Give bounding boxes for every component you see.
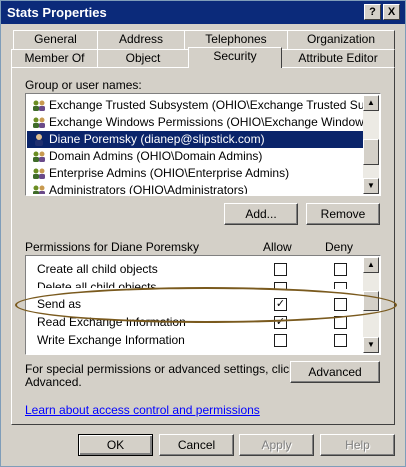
help-button[interactable]: Help bbox=[320, 434, 395, 456]
group-icon bbox=[33, 100, 45, 111]
scroll-thumb[interactable] bbox=[363, 139, 379, 165]
user-list[interactable]: Exchange Trusted Subsystem (OHIO\Exchang… bbox=[25, 93, 381, 196]
permission-row: Create all child objects bbox=[27, 260, 363, 278]
user-name: Domain Admins (OHIO\Domain Admins) bbox=[49, 149, 263, 163]
permission-name: Delete all child objects bbox=[37, 280, 157, 288]
scroll-down-arrow-icon[interactable]: ▼ bbox=[363, 337, 379, 353]
permissions-label: Permissions for Diane Poremsky bbox=[25, 240, 200, 254]
allow-checkbox[interactable] bbox=[274, 334, 287, 347]
user-name: Diane Poremsky (dianep@slipstick.com) bbox=[49, 132, 265, 146]
tab-member-of[interactable]: Member Of bbox=[11, 49, 98, 68]
remove-button[interactable]: Remove bbox=[306, 203, 380, 225]
deny-header: Deny bbox=[325, 240, 354, 254]
list-item[interactable]: Enterprise Admins (OHIO\Enterprise Admin… bbox=[27, 165, 363, 182]
permission-name: Send as bbox=[37, 297, 82, 311]
allow-checkbox-checked[interactable]: ✓ bbox=[274, 316, 287, 329]
properties-dialog: Stats Properties ? X General Address Tel… bbox=[0, 0, 406, 467]
deny-checkbox[interactable] bbox=[334, 263, 347, 276]
learn-more-link[interactable]: Learn about access control and permissio… bbox=[25, 403, 260, 417]
user-name: Exchange Windows Permissions (OHIO\Excha… bbox=[49, 115, 363, 129]
deny-checkbox[interactable] bbox=[334, 316, 347, 329]
group-icon bbox=[33, 185, 45, 194]
group-names-label: Group or user names: bbox=[25, 78, 142, 92]
allow-checkbox-checked[interactable]: ✓ bbox=[274, 298, 287, 311]
scroll-up-arrow-icon[interactable]: ▲ bbox=[363, 257, 379, 273]
list-item[interactable]: Exchange Windows Permissions (OHIO\Excha… bbox=[27, 114, 363, 131]
help-title-button[interactable]: ? bbox=[364, 4, 381, 20]
cancel-button[interactable]: Cancel bbox=[159, 434, 234, 456]
advanced-text-line1: For special permissions or advanced sett… bbox=[25, 362, 296, 376]
group-icon bbox=[33, 117, 45, 128]
scroll-up-arrow-icon[interactable]: ▲ bbox=[363, 95, 379, 111]
apply-button[interactable]: Apply bbox=[239, 434, 314, 456]
list-item-selected[interactable]: Diane Poremsky (dianep@slipstick.com) bbox=[27, 131, 363, 148]
advanced-text-line2: Advanced. bbox=[25, 375, 82, 389]
close-button[interactable]: X bbox=[383, 4, 400, 20]
permission-row: Delete all child objects bbox=[27, 278, 363, 288]
list-item[interactable]: Exchange Trusted Subsystem (OHIO\Exchang… bbox=[27, 97, 363, 114]
user-name: Administrators (OHIO\Administrators) bbox=[49, 183, 248, 194]
add-button[interactable]: Add... bbox=[224, 203, 298, 225]
deny-checkbox[interactable] bbox=[334, 298, 347, 311]
window-title: Stats Properties bbox=[7, 5, 107, 20]
permissions-list[interactable]: Create all child objects Delete all chil… bbox=[25, 255, 381, 355]
scroll-thumb[interactable] bbox=[363, 291, 379, 311]
permission-name: Read Exchange Information bbox=[37, 315, 186, 329]
list-item[interactable]: Administrators (OHIO\Administrators) bbox=[27, 182, 363, 194]
permission-row: Read Exchange Information ✓ bbox=[27, 313, 363, 331]
tab-general[interactable]: General bbox=[13, 30, 98, 49]
group-icon bbox=[33, 151, 45, 162]
permissions-scrollbar[interactable]: ▲ ▼ bbox=[363, 257, 379, 353]
tab-object[interactable]: Object bbox=[97, 49, 189, 68]
user-name: Enterprise Admins (OHIO\Enterprise Admin… bbox=[49, 166, 290, 180]
user-name: Exchange Trusted Subsystem (OHIO\Exchang… bbox=[49, 98, 363, 112]
tab-attribute-editor[interactable]: Attribute Editor bbox=[281, 49, 395, 68]
allow-checkbox[interactable] bbox=[274, 263, 287, 276]
deny-checkbox[interactable] bbox=[334, 282, 347, 289]
permission-row: Write Exchange Information bbox=[27, 331, 363, 349]
permission-name: Create all child objects bbox=[37, 262, 158, 276]
title-bar[interactable]: Stats Properties ? X bbox=[1, 1, 405, 24]
group-icon bbox=[33, 168, 45, 179]
allow-header: Allow bbox=[263, 240, 292, 254]
allow-checkbox[interactable] bbox=[274, 282, 287, 289]
tab-address[interactable]: Address bbox=[97, 30, 185, 49]
user-icon bbox=[35, 134, 43, 146]
advanced-button[interactable]: Advanced bbox=[290, 361, 380, 383]
deny-checkbox[interactable] bbox=[334, 334, 347, 347]
tab-organization[interactable]: Organization bbox=[287, 30, 395, 49]
ok-button[interactable]: OK bbox=[78, 434, 153, 456]
permission-name: Write Exchange Information bbox=[37, 333, 185, 347]
permission-row: Send as ✓ bbox=[27, 295, 363, 313]
tab-security[interactable]: Security bbox=[188, 47, 282, 68]
scroll-down-arrow-icon[interactable]: ▼ bbox=[363, 178, 379, 194]
user-list-scrollbar[interactable]: ▲ ▼ bbox=[363, 95, 379, 194]
list-item[interactable]: Domain Admins (OHIO\Domain Admins) bbox=[27, 148, 363, 165]
